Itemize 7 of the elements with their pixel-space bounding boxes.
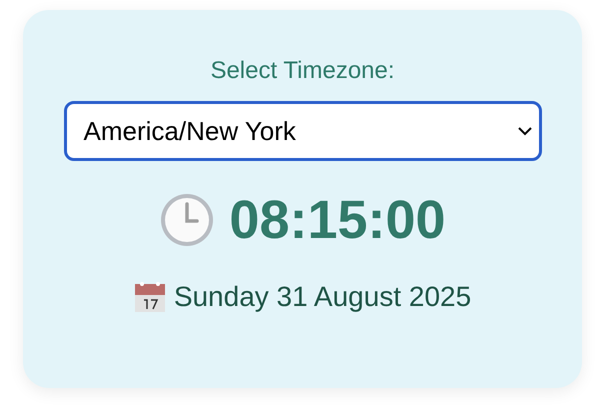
timezone-select[interactable]: America/New York xyxy=(64,101,542,161)
timezone-label: Select Timezone: xyxy=(210,57,395,85)
clock-icon xyxy=(159,192,216,248)
time-display: 08:15:00 xyxy=(229,189,446,251)
date-text: Sunday 31 August 2025 xyxy=(174,281,472,313)
chevron-down-icon xyxy=(516,126,532,136)
calendar-icon xyxy=(134,281,166,313)
